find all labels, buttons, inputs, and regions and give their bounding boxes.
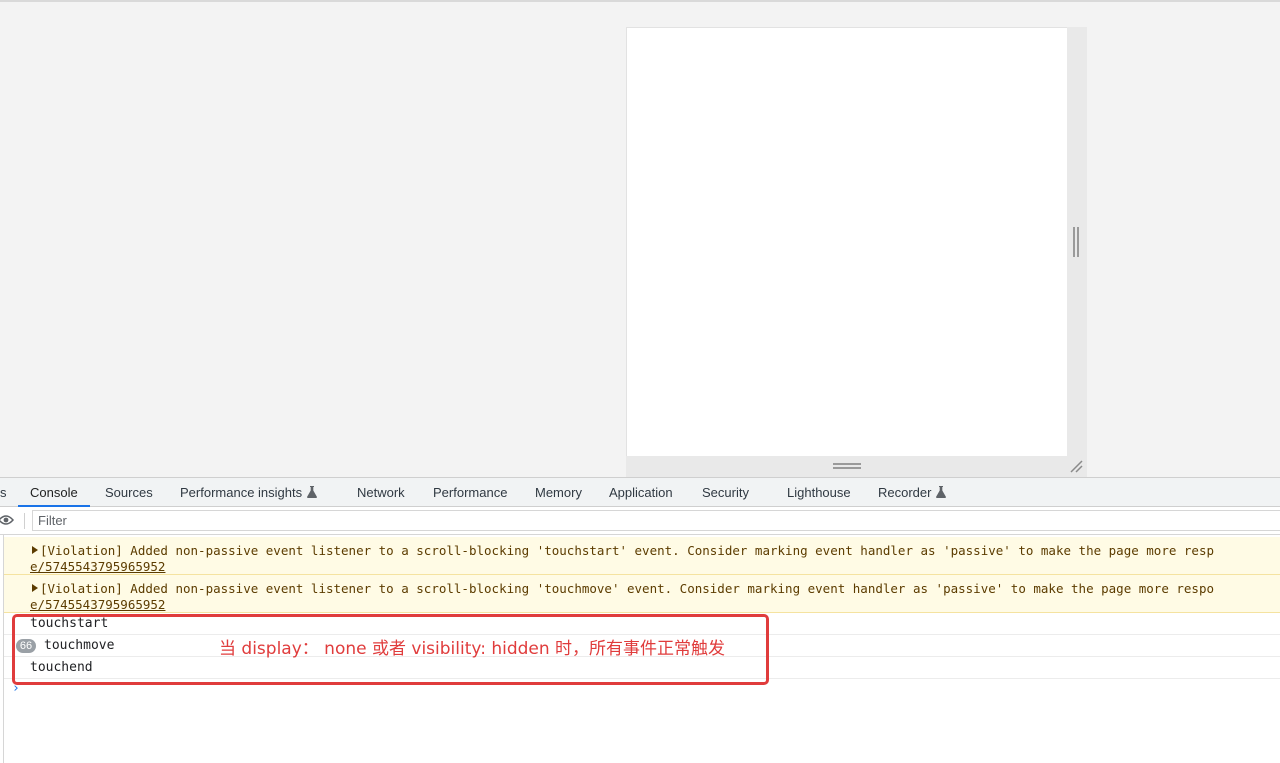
warning-message: [Violation] Added non-passive event list… [40, 581, 1214, 596]
warning-source-link[interactable]: e/5745543795965952 [30, 597, 165, 612]
tab-network[interactable]: Network [357, 478, 405, 507]
tab-performance-insights[interactable]: Performance insights [180, 478, 318, 507]
resize-height-handle[interactable] [833, 463, 861, 469]
experiment-flask-icon [936, 486, 947, 499]
eye-icon[interactable] [0, 514, 14, 526]
console-warning-row[interactable]: [Violation] Added non-passive event list… [4, 575, 1280, 613]
console-warning-row[interactable]: [Violation] Added non-passive event list… [4, 537, 1280, 575]
experiment-flask-icon [307, 486, 318, 499]
console-filter-bar [0, 507, 1280, 535]
tab-recorder[interactable]: Recorder [878, 478, 947, 507]
tab-application[interactable]: Application [609, 478, 673, 507]
tab-console[interactable]: Console [18, 478, 90, 507]
tab-lighthouse[interactable]: Lighthouse [787, 478, 851, 507]
device-screen[interactable] [626, 27, 1068, 457]
resize-width-handle[interactable] [1073, 227, 1079, 257]
devtools-tabbar: s Console Sources Performance insights N… [0, 477, 1280, 507]
tab-performance[interactable]: Performance [433, 478, 507, 507]
console-filter-input[interactable] [32, 510, 1280, 531]
filter-separator [24, 513, 25, 529]
tab-recorder-label: Recorder [878, 485, 932, 500]
annotation-text: 当 display： none 或者 visibility: hidden 时，… [219, 639, 726, 659]
tab-elements-partial[interactable]: s [0, 478, 7, 507]
warning-source-link[interactable]: e/5745543795965952 [30, 559, 165, 574]
emulated-viewport-area [0, 2, 1280, 477]
tab-memory[interactable]: Memory [535, 478, 582, 507]
warning-message: [Violation] Added non-passive event list… [40, 543, 1214, 558]
tab-performance-insights-label: Performance insights [180, 485, 303, 500]
tab-sources[interactable]: Sources [105, 478, 153, 507]
tab-security[interactable]: Security [702, 478, 749, 507]
resize-corner-icon[interactable] [1068, 458, 1084, 474]
